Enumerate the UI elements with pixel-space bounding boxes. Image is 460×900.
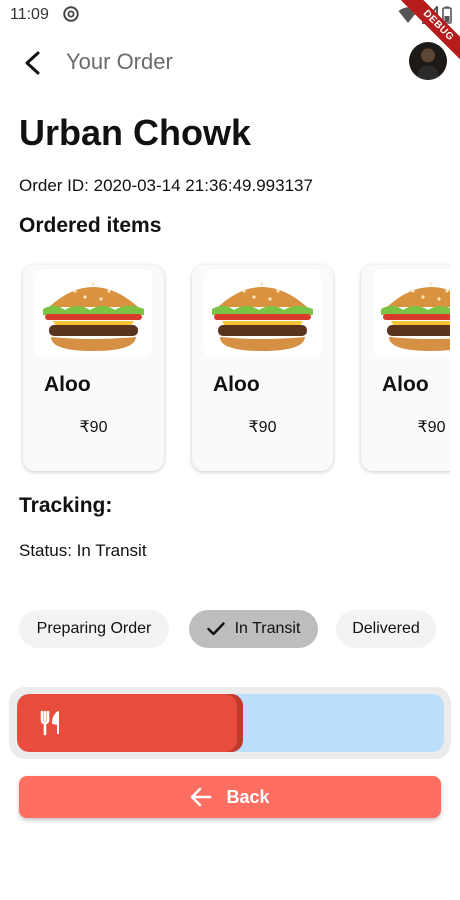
restaurant-name: Urban Chowk (19, 112, 252, 153)
arrow-back-icon[interactable] (18, 48, 48, 78)
app-bar: Your Order (0, 36, 460, 88)
tracking-heading: Tracking: (19, 494, 113, 517)
arrow-back-icon (191, 787, 212, 807)
tracking-status: Status: In Transit (19, 541, 147, 560)
status-bar: 11:09 (0, 0, 460, 30)
ordered-items-heading: Ordered items (19, 214, 162, 237)
chip-preparing-order[interactable]: Preparing Order (19, 610, 169, 648)
item-name: Aloo (382, 373, 429, 396)
burger-icon (35, 269, 152, 357)
order-id: Order ID: 2020-03-14 21:36:49.993137 (19, 176, 313, 195)
burger-icon (373, 269, 450, 357)
item-price: ₹90 (79, 419, 108, 436)
ordered-items-list[interactable]: Aloo ₹90 Aloo ₹90 Aloo ₹90 (0, 260, 450, 480)
delivery-progress (9, 687, 451, 759)
progress-track (17, 694, 444, 752)
back-button-label: Back (226, 786, 270, 807)
item-name: Aloo (213, 373, 260, 396)
item-price: ₹90 (248, 419, 277, 436)
chip-label: Delivered (352, 620, 420, 637)
fork-knife-icon (40, 710, 59, 736)
item-price: ₹90 (417, 419, 446, 436)
check-icon (206, 622, 225, 636)
avatar-figure (418, 66, 438, 80)
chip-label: Preparing Order (36, 620, 152, 637)
page-title: Your Order (66, 49, 173, 74)
avatar[interactable] (409, 42, 447, 80)
progress-fill (17, 694, 243, 752)
item-card[interactable]: Aloo ₹90 (23, 265, 164, 471)
item-card[interactable]: Aloo ₹90 (192, 265, 333, 471)
at-sign-icon (63, 6, 79, 22)
burger-icon (204, 269, 321, 357)
back-button[interactable]: Back (19, 776, 441, 818)
chip-in-transit[interactable]: In Transit (189, 610, 318, 648)
item-card[interactable]: Aloo ₹90 (361, 265, 450, 471)
chip-label: In Transit (234, 620, 301, 637)
status-time: 11:09 (10, 6, 49, 23)
item-name: Aloo (44, 373, 91, 396)
chip-delivered[interactable]: Delivered (336, 610, 436, 648)
